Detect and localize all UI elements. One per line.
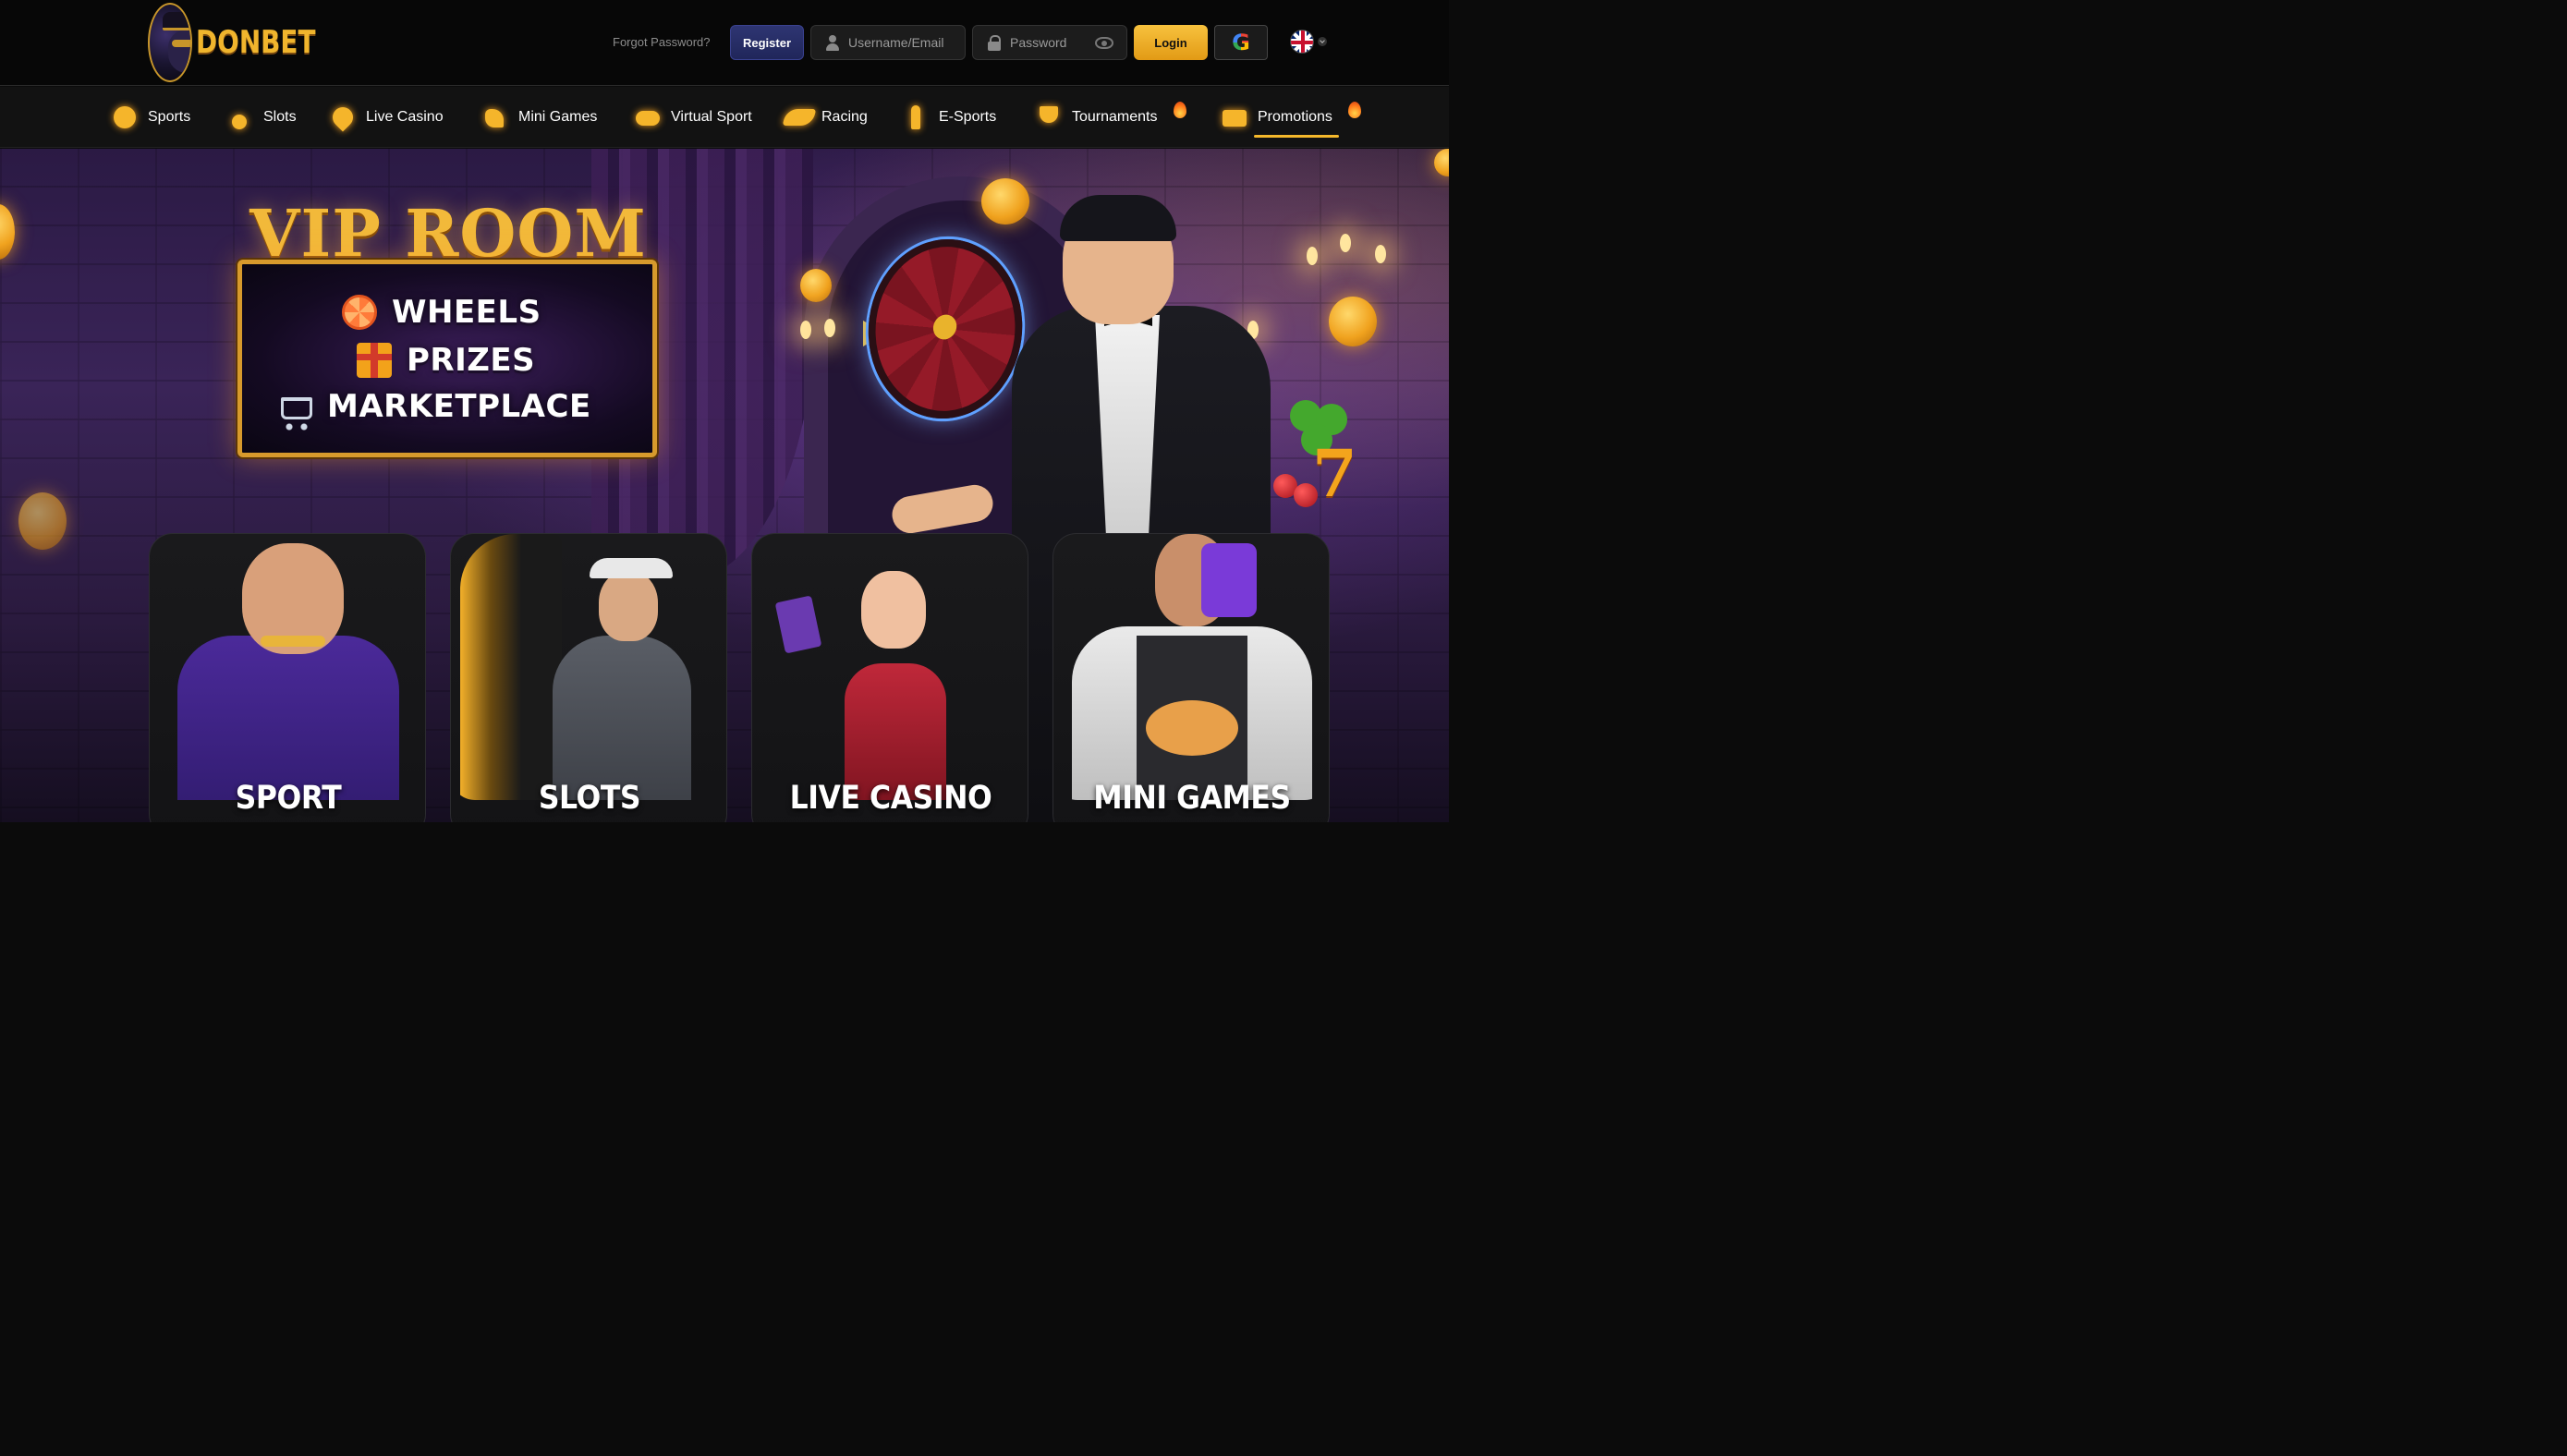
nav-label: Virtual Sport	[671, 109, 752, 125]
language-selector[interactable]	[1290, 30, 1327, 54]
candle-light	[1307, 247, 1318, 265]
gamepad-icon	[634, 103, 662, 131]
google-login-button[interactable]: G	[1214, 25, 1268, 60]
spade-icon	[328, 103, 358, 132]
gift-icon	[357, 343, 392, 378]
nav-item-tournaments[interactable]: Tournaments	[1035, 87, 1186, 148]
fire-icon	[1174, 102, 1186, 118]
category-card-mini-games[interactable]: MINI GAMES	[1052, 533, 1330, 822]
eye-icon[interactable]	[1095, 37, 1113, 49]
uk-flag-icon	[1290, 30, 1314, 54]
feature-label: PRIZES	[407, 342, 536, 379]
password-field[interactable]: Password	[972, 25, 1127, 60]
nav-item-e-sports[interactable]: E-Sports	[902, 87, 996, 148]
username-field[interactable]: Username/Email	[810, 25, 966, 60]
trophy-icon	[1035, 103, 1063, 131]
horse-icon	[782, 103, 817, 131]
candle-light	[824, 319, 835, 337]
nav-item-slots[interactable]: Slots	[226, 87, 297, 148]
wheel-icon	[342, 295, 377, 330]
top-header: DONBET Forgot Password? Register Usernam…	[0, 0, 1449, 86]
nav-label: Live Casino	[366, 109, 444, 125]
dino-icon	[481, 103, 509, 131]
basketball-icon	[111, 103, 139, 131]
username-placeholder: Username/Email	[848, 35, 944, 50]
fire-icon	[1348, 102, 1361, 118]
category-title: MINI GAMES	[1093, 780, 1291, 817]
feature-row-marketplace: MARKETPLACE	[281, 388, 591, 431]
candle-light	[1340, 234, 1351, 252]
vip-room-banner[interactable]: VIP ROOM WHEELS PRIZES MARKETPLACE 7 SPO…	[0, 149, 1449, 822]
category-card-sport[interactable]: SPORT	[149, 533, 426, 822]
category-title: LIVE CASINO	[789, 780, 992, 817]
nav-item-live-casino[interactable]: Live Casino	[328, 87, 444, 148]
vip-feature-board: WHEELS PRIZES MARKETPLACE	[237, 260, 657, 457]
main-nav: Sports Slots Live Casino Mini Games Virt…	[0, 87, 1449, 148]
register-button[interactable]: Register	[730, 25, 804, 60]
nav-label: Racing	[821, 109, 868, 125]
category-title: SPORT	[235, 780, 342, 817]
category-title: SLOTS	[538, 780, 641, 817]
cart-icon	[281, 397, 312, 431]
ticket-icon	[1221, 103, 1248, 131]
mini-games-character-illustration	[1053, 497, 1329, 800]
live-casino-character-illustration	[752, 497, 1028, 800]
candle-light	[800, 321, 811, 339]
logo-text: DONBET	[196, 24, 316, 61]
forgot-password-link[interactable]: Forgot Password?	[613, 35, 711, 49]
cherry-icon	[226, 103, 254, 131]
nav-item-sports[interactable]: Sports	[111, 87, 190, 148]
user-icon	[824, 34, 841, 51]
nav-label: E-Sports	[939, 109, 997, 125]
candle-light	[1375, 245, 1386, 263]
coin-icon	[18, 492, 67, 550]
nav-label: Sports	[148, 109, 191, 125]
google-icon: G	[1232, 30, 1250, 55]
nav-label: Mini Games	[518, 109, 598, 125]
category-card-slots[interactable]: SLOTS	[450, 533, 727, 822]
slots-character-illustration	[451, 497, 726, 800]
coin-icon	[800, 269, 832, 302]
feature-row-prizes: PRIZES	[357, 342, 535, 379]
sport-character-illustration	[150, 497, 425, 800]
nav-label: Tournaments	[1072, 109, 1158, 125]
nav-item-mini-games[interactable]: Mini Games	[481, 87, 597, 148]
feature-label: MARKETPLACE	[327, 388, 591, 425]
login-button[interactable]: Login	[1134, 25, 1208, 60]
nav-label: Slots	[263, 109, 297, 125]
nav-label: Promotions	[1258, 109, 1332, 125]
nav-item-virtual-sport[interactable]: Virtual Sport	[634, 87, 752, 148]
logo[interactable]: DONBET	[148, 3, 342, 82]
active-tab-indicator	[1254, 135, 1339, 138]
lock-icon	[986, 34, 1003, 51]
coin-icon	[1329, 297, 1377, 346]
password-placeholder: Password	[1010, 35, 1067, 50]
nav-item-racing[interactable]: Racing	[782, 87, 868, 148]
feature-row-wheels: WHEELS	[342, 294, 541, 331]
chevron-down-icon	[1318, 37, 1327, 46]
lucky-seven-icon: 7	[1312, 435, 1357, 512]
logo-badge-icon	[148, 3, 193, 82]
category-card-live-casino[interactable]: LIVE CASINO	[751, 533, 1028, 822]
nav-item-promotions[interactable]: Promotions	[1221, 87, 1361, 148]
soldier-icon	[902, 103, 930, 131]
feature-label: WHEELS	[392, 294, 541, 331]
